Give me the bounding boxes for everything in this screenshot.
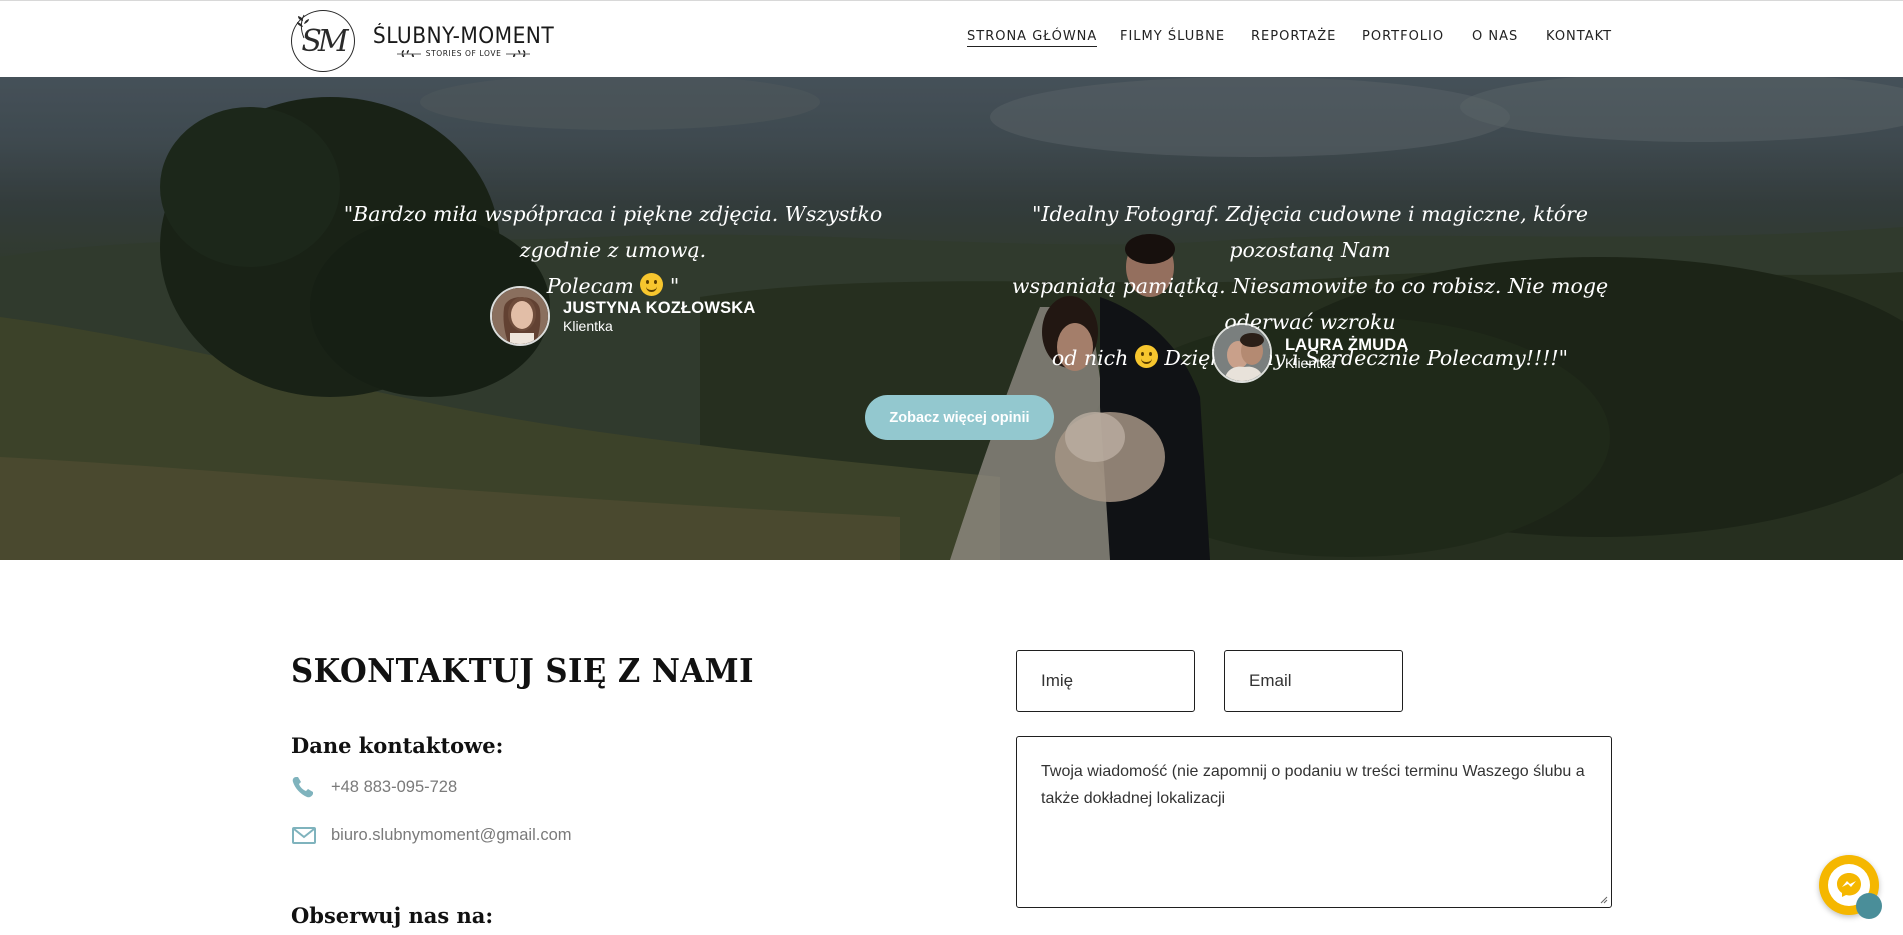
contact-phone: +48 883-095-728: [331, 777, 458, 796]
nav-item-films[interactable]: FILMY ŚLUBNE: [1120, 29, 1225, 44]
contact-details-heading: Dane kontaktowe:: [291, 733, 504, 758]
testimonial-author-2: LAURA ŻMUDA Klientka: [1212, 323, 1409, 383]
author-meta: JUSTYNA KOZŁOWSKA Klientka: [563, 298, 756, 334]
message-textarea[interactable]: Twoja wiadomość (nie zapomnij o podaniu …: [1016, 736, 1612, 908]
author-role: Klientka: [563, 318, 613, 334]
author-name: JUSTYNA KOZŁOWSKA: [563, 299, 756, 317]
follow-heading: Obserwuj nas na:: [291, 903, 494, 928]
chat-badge: [1856, 893, 1882, 919]
phone-icon: [292, 777, 313, 798]
avatar: [1212, 323, 1272, 383]
more-reviews-button[interactable]: Zobacz więcej opinii: [865, 395, 1054, 440]
testimonial-2-line-3-start: od nich: [1051, 346, 1135, 370]
contact-phone-row[interactable]: +48 883-095-728: [291, 775, 457, 799]
nav-item-home[interactable]: STRONA GŁÓWNA: [967, 29, 1098, 47]
testimonial-author-1: JUSTYNA KOZŁOWSKA Klientka: [490, 286, 756, 346]
avatar: [490, 286, 550, 346]
resize-handle-icon[interactable]: [1598, 894, 1608, 904]
nav-item-portfolio[interactable]: PORTFOLIO: [1362, 29, 1444, 44]
email-input[interactable]: Email: [1224, 650, 1403, 712]
nav-item-contact[interactable]: KONTAKT: [1546, 29, 1612, 44]
contact-email-row[interactable]: biuro.slubnymoment@gmail.com: [291, 823, 572, 847]
nav-item-reports[interactable]: REPORTAŻE: [1251, 29, 1336, 44]
envelope-icon: [292, 827, 316, 844]
main-nav: STRONA GŁÓWNA FILMY ŚLUBNE REPORTAŻE POR…: [0, 29, 1903, 53]
author-role: Klientka: [1285, 355, 1335, 371]
contact-title: SKONTAKTUJ SIĘ Z NAMI: [291, 651, 754, 690]
testimonial-2-line-1: "Idealny Fotograf. Zdjęcia cudowne i mag…: [1031, 202, 1589, 262]
site-header: SM ŚLUBNY-MOMENT STORIES OF LOVE STRONA …: [0, 1, 1903, 77]
nav-item-about[interactable]: O NAS: [1472, 29, 1518, 44]
contact-email: biuro.slubnymoment@gmail.com: [331, 825, 572, 844]
smiley-emoji-icon: [1134, 345, 1158, 368]
name-input[interactable]: Imię: [1016, 650, 1195, 712]
message-placeholder: Twoja wiadomość (nie zapomnij o podaniu …: [1041, 763, 1585, 807]
testimonials-section: "Bardzo miła współpraca i piękne zdjęcia…: [0, 77, 1903, 560]
testimonial-1-line-1: "Bardzo miła współpraca i piękne zdjęcia…: [343, 202, 883, 262]
author-meta: LAURA ŻMUDA Klientka: [1285, 335, 1409, 371]
author-name: LAURA ŻMUDA: [1285, 336, 1409, 354]
